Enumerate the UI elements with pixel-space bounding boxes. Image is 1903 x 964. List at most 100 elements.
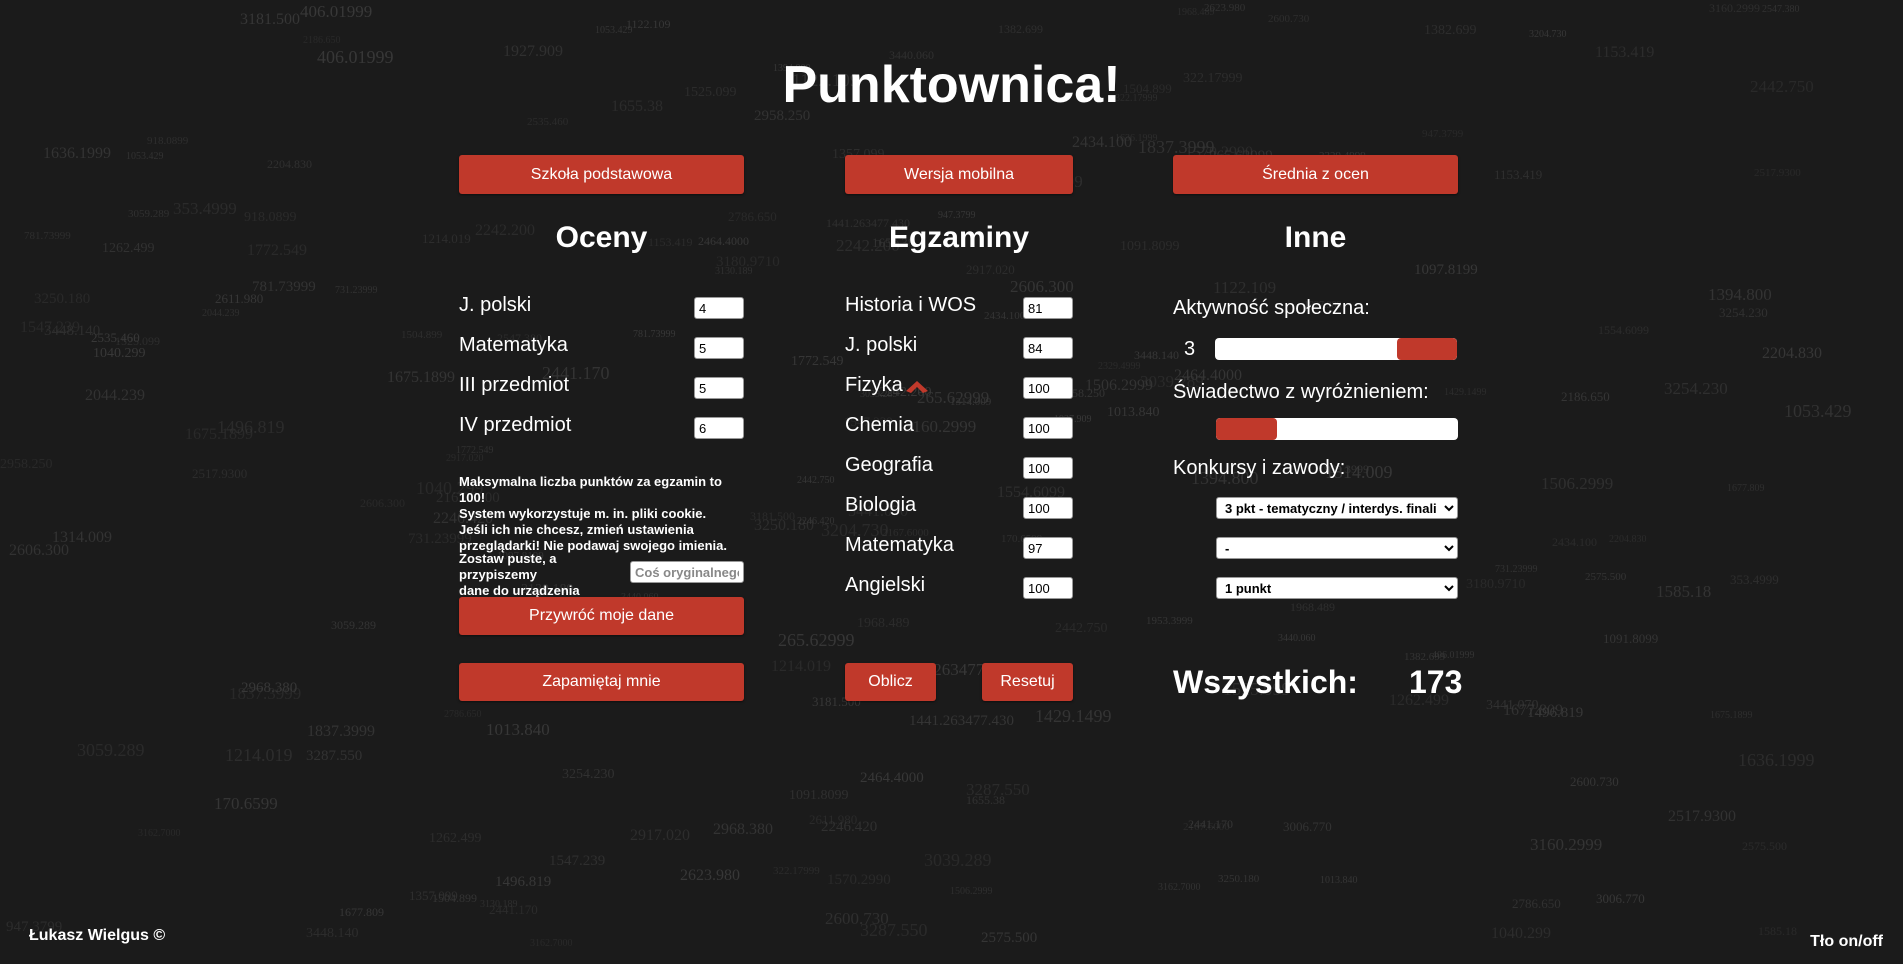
exam-input-polish[interactable] [1023, 337, 1073, 359]
other-heading: Inne [1284, 221, 1347, 254]
author-credit: Łukasz Wielgus © [29, 927, 166, 944]
grade-input-polish[interactable] [694, 297, 744, 319]
exam-input-chemistry[interactable] [1023, 417, 1073, 439]
background-number: 1040.299 [1491, 925, 1551, 942]
restore-data-button[interactable]: Przywróć moje dane [459, 597, 744, 635]
chevron-up-icon[interactable] [904, 378, 930, 399]
mobile-version-button[interactable]: Wersja mobilna [845, 155, 1073, 194]
background-number: 947.3799 [1422, 128, 1464, 140]
exam-label-geography: Geografia [845, 454, 933, 476]
exam-label-biology: Biologia [845, 494, 917, 516]
background-number: 3160.2999 [904, 417, 977, 436]
background-number: 2575.500 [1585, 571, 1627, 583]
grade-label-math: Matematyka [459, 334, 568, 356]
background-number: 2575.500 [1742, 839, 1787, 853]
background-number: 353.4999 [1730, 572, 1779, 587]
grade-label-fourth-subject: IV przedmiot [459, 414, 572, 436]
background-number: 2917.020 [966, 262, 1015, 277]
exam-label-english: Angielski [845, 574, 926, 596]
background-number: 1968.489 [1290, 600, 1335, 614]
exam-label-physics: Fizyka [845, 374, 903, 396]
total-label: Wszystkich: [1173, 664, 1358, 700]
exams-heading: Egzaminy [888, 221, 1030, 254]
background-number: 2204.830 [1762, 345, 1822, 362]
background-number: 2917.020 [630, 827, 690, 844]
background-number: 2600.730 [1268, 13, 1310, 25]
name-input[interactable] [630, 561, 744, 583]
info-note-line: System wykorzystuje m. in. pliki cookie. [459, 506, 707, 521]
background-number: 1013.840 [486, 720, 550, 739]
grade-label-third-subject: III przedmiot [459, 374, 570, 396]
primary-school-button[interactable]: Szkoła podstawowa [459, 155, 744, 194]
background-number: 3448.140 [306, 926, 359, 941]
background-number: 3162.7000 [138, 828, 181, 839]
background-number: 1053.429 [126, 151, 164, 162]
background-toggle[interactable]: Tło on/off [1810, 933, 1883, 951]
background-number: 1091.8099 [1120, 239, 1180, 254]
background-number: 3039.289 [924, 850, 992, 870]
background-number: 1382.699 [998, 22, 1043, 36]
background-number: 1097.8199 [1414, 262, 1478, 278]
contest-select-3[interactable]: 1 punkt [1216, 577, 1458, 599]
background-number: 1506.2999 [1541, 474, 1614, 493]
background-number: 1675.1899 [185, 426, 253, 443]
exam-input-math[interactable] [1023, 537, 1073, 559]
exam-label-history: Historia i WOS [845, 294, 977, 316]
exam-label-polish: J. polski [845, 334, 918, 356]
grade-input-math[interactable] [694, 337, 744, 359]
background-number: 2535.460 [527, 116, 569, 128]
background-number: 2167.6000 [1183, 821, 1230, 833]
background-number: 2434.100 [1552, 535, 1597, 549]
background-number: 2623.980 [1204, 2, 1246, 14]
exam-input-biology[interactable] [1023, 497, 1073, 519]
background-number: 1262.499 [102, 241, 155, 256]
background-number: 3180.9710 [1466, 577, 1526, 592]
exam-input-geography[interactable] [1023, 457, 1073, 479]
grade-input-third-subject[interactable] [694, 377, 744, 399]
background-number: 1357.099 [409, 888, 458, 903]
background-number: 3160.2999 [1530, 835, 1603, 854]
remember-me-button[interactable]: Zapamiętaj mnie [459, 663, 744, 701]
exam-input-history[interactable] [1023, 297, 1073, 319]
background-number: 2442.750 [1055, 621, 1108, 636]
background-number: 3204.730 [1529, 29, 1567, 40]
background-number: 1122.109 [1213, 278, 1277, 297]
distinction-slider-handle[interactable] [1216, 418, 1277, 440]
background-number: 2786.650 [1512, 896, 1561, 911]
background-number: 1214.019 [225, 745, 293, 765]
background-number: 1968.489 [857, 616, 910, 631]
background-number: 1837.3999 [307, 723, 375, 740]
background-number: 2611.980 [809, 812, 858, 827]
background-number: 2968.380 [713, 821, 773, 838]
background-number: 781.73999 [24, 230, 71, 242]
background-number: 2517.9300 [1754, 167, 1801, 179]
social-activity-slider[interactable] [1215, 338, 1457, 360]
background-number: 2968.380 [241, 680, 298, 696]
calculate-button[interactable]: Oblicz [845, 663, 936, 701]
social-activity-slider-handle[interactable] [1397, 338, 1457, 360]
background-number: 3160.2999 [1709, 1, 1760, 15]
reset-button[interactable]: Resetuj [982, 663, 1073, 701]
background-number: 2606.300 [9, 542, 69, 559]
grades-heading: Oceny [555, 221, 648, 254]
background-number: 1429.1499 [1444, 387, 1487, 398]
distinction-slider[interactable] [1216, 418, 1458, 440]
background-number: 1554.6099 [1598, 323, 1649, 337]
contest-select-1[interactable]: 3 pkt - tematyczny / interdys. finali [1216, 497, 1458, 519]
contest-select-2[interactable]: - [1216, 537, 1458, 559]
background-number: 781.73999 [633, 329, 676, 340]
social-activity-value: 3 [1184, 338, 1196, 360]
exam-input-english[interactable] [1023, 577, 1073, 599]
background-number: 3254.230 [1664, 379, 1728, 398]
exam-input-physics[interactable] [1023, 377, 1073, 399]
background-number: 1772.549 [791, 354, 844, 369]
grade-average-button[interactable]: Średnia z ocen [1173, 155, 1458, 194]
background-number: 1677.809 [339, 905, 384, 919]
background-number: 1547.239 [20, 319, 80, 336]
grade-input-fourth-subject[interactable] [694, 417, 744, 439]
background-number: 1013.840 [1320, 875, 1358, 886]
exam-label-chemistry: Chemia [845, 414, 914, 436]
background-number: 731.23999 [335, 285, 378, 296]
background-number: 3250.180 [1218, 873, 1260, 885]
background-number: 947.3799 [938, 210, 976, 221]
